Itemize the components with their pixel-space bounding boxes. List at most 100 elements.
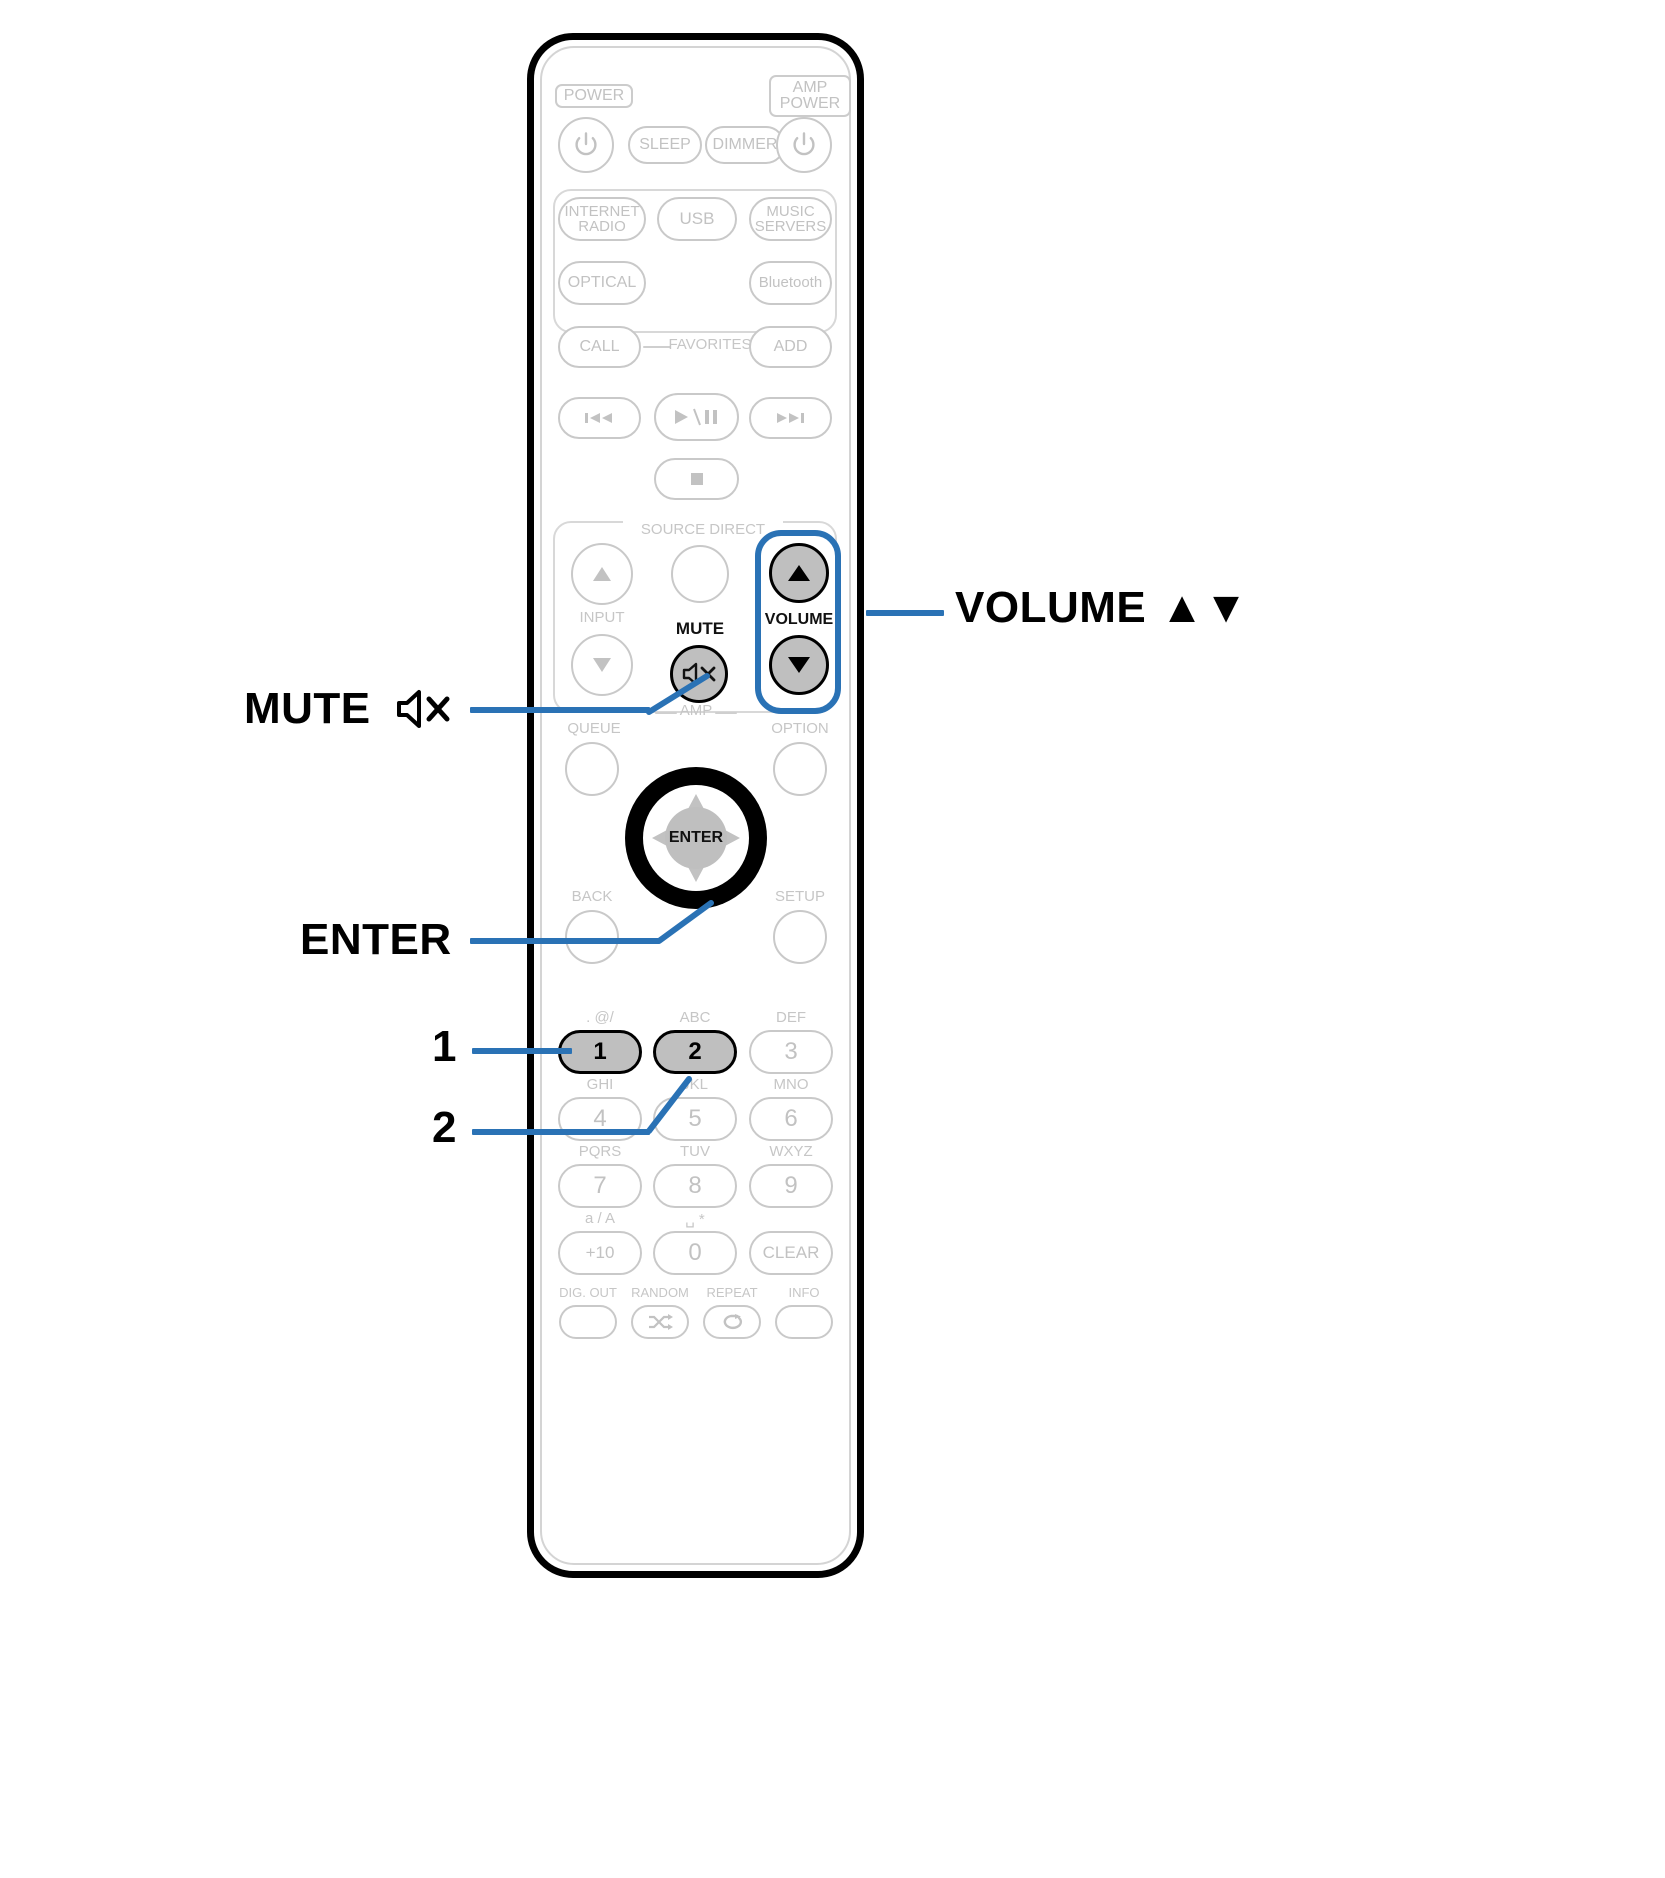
queue-caption: QUEUE bbox=[567, 720, 621, 737]
enter-callout-lead-diagonal bbox=[656, 900, 714, 944]
enter-label: ENTER bbox=[668, 829, 724, 846]
volume-callout-lead bbox=[866, 610, 944, 616]
music-servers-line1: MUSIC bbox=[766, 202, 815, 220]
amp-power-button[interactable] bbox=[776, 117, 832, 173]
key-2[interactable]: 2 bbox=[653, 1030, 737, 1074]
mute-caption: MUTE bbox=[675, 619, 725, 638]
key-6-digit: 6 bbox=[784, 1104, 798, 1132]
back-caption: BACK bbox=[571, 888, 613, 905]
previous-button[interactable] bbox=[558, 397, 641, 439]
key-6-letters: MNO bbox=[773, 1076, 809, 1093]
key-0-letters: ␣ * bbox=[685, 1211, 705, 1228]
bluetooth-button[interactable]: Bluetooth bbox=[749, 261, 832, 305]
key-3[interactable]: 3 bbox=[749, 1030, 833, 1074]
favorites-caption: FAVORITES bbox=[668, 336, 752, 353]
play-pause-icon bbox=[674, 408, 717, 426]
key-7-letters: PQRS bbox=[578, 1143, 622, 1160]
dimmer-button[interactable]: DIMMER bbox=[705, 126, 785, 164]
internet-radio-button[interactable]: INTERNET RADIO bbox=[558, 197, 646, 241]
key2-callout-lead-horizontal bbox=[472, 1129, 650, 1135]
amp-power-caption: AMP POWER bbox=[769, 75, 851, 117]
key-plus10[interactable]: +10 bbox=[558, 1231, 642, 1275]
remote-control: POWER AMP POWER SLEEP DIMMER INTERNET RA… bbox=[527, 33, 864, 1578]
sleep-button[interactable]: SLEEP bbox=[628, 126, 702, 164]
skip-forward-icon bbox=[776, 413, 804, 423]
power-button[interactable] bbox=[558, 117, 614, 173]
function-row: DIG. OUT RANDOM REPEAT INFO bbox=[549, 1285, 841, 1347]
optical-button[interactable]: OPTICAL bbox=[558, 261, 646, 305]
key2-callout-label: 2 bbox=[432, 1103, 457, 1152]
volume-callout-arrows: ▲▼ bbox=[1160, 583, 1249, 632]
input-up-button[interactable] bbox=[571, 543, 633, 605]
internet-radio-line2: RADIO bbox=[578, 218, 626, 235]
mute-callout-label: MUTE bbox=[244, 684, 451, 734]
key-8-digit: 8 bbox=[688, 1171, 702, 1199]
play-pause-button[interactable] bbox=[654, 393, 739, 441]
mute-icon bbox=[397, 690, 450, 728]
key-plus10-digit: +10 bbox=[585, 1243, 615, 1263]
stop-button[interactable] bbox=[654, 458, 739, 500]
key-6[interactable]: 6 bbox=[749, 1097, 833, 1141]
source-direct-caption: SOURCE DIRECT bbox=[623, 521, 783, 538]
volume-down-button[interactable] bbox=[769, 635, 829, 695]
key-4-letters: GHI bbox=[586, 1076, 614, 1093]
random-button[interactable] bbox=[631, 1305, 689, 1339]
info-button[interactable] bbox=[775, 1305, 833, 1339]
power-group-caption: POWER bbox=[555, 84, 633, 108]
source-direct-button[interactable] bbox=[671, 545, 729, 603]
setup-button[interactable] bbox=[773, 910, 827, 964]
power-icon bbox=[575, 132, 597, 156]
power-icon bbox=[793, 132, 815, 156]
key-9[interactable]: 9 bbox=[749, 1164, 833, 1208]
key-clear-digit: CLEAR bbox=[762, 1243, 820, 1263]
key-8-letters: TUV bbox=[680, 1143, 710, 1160]
key-3-letters: DEF bbox=[776, 1009, 806, 1026]
favorites-call-button[interactable]: CALL bbox=[558, 326, 641, 368]
key-clear[interactable]: CLEAR bbox=[749, 1231, 833, 1275]
volume-callout-label: VOLUME ▲▼ bbox=[955, 583, 1248, 633]
volume-caption: VOLUME bbox=[764, 611, 834, 628]
music-servers-line2: SERVERS bbox=[754, 218, 827, 235]
dig-out-button[interactable] bbox=[559, 1305, 617, 1339]
key-1-digit: 1 bbox=[593, 1037, 607, 1065]
triangle-up-icon bbox=[593, 567, 611, 581]
triangle-down-icon bbox=[593, 658, 611, 672]
key1-callout-label: 1 bbox=[432, 1022, 457, 1071]
mute-callout-lead-horizontal bbox=[470, 707, 650, 713]
music-servers-button[interactable]: MUSIC SERVERS bbox=[749, 197, 832, 241]
key-7[interactable]: 7 bbox=[558, 1164, 642, 1208]
key-1-letters: . @/ bbox=[586, 1009, 614, 1026]
key-4-digit: 4 bbox=[593, 1104, 607, 1132]
numeric-keypad: . @/1 ABC 2 DEF 3 GHI 4 JKL 5 MNO 6 PQRS 7 TUV 8 WXYZ 9 a… bbox=[553, 1008, 837, 1275]
back-button[interactable] bbox=[565, 910, 619, 964]
key1-callout-lead bbox=[472, 1048, 572, 1054]
internet-radio-line1: INTERNET bbox=[564, 202, 640, 220]
input-caption: INPUT bbox=[579, 609, 625, 626]
next-button[interactable] bbox=[749, 397, 832, 439]
repeat-icon bbox=[723, 1314, 742, 1330]
random-caption: RANDOM bbox=[631, 1285, 689, 1300]
usb-button[interactable]: USB bbox=[657, 197, 737, 241]
enter-callout-label: ENTER bbox=[300, 915, 452, 964]
mute-callout-lead-diagonal bbox=[646, 673, 710, 715]
queue-button[interactable] bbox=[565, 742, 619, 796]
input-down-button[interactable] bbox=[571, 634, 633, 696]
key-0[interactable]: 0 bbox=[653, 1231, 737, 1275]
key-0-digit: 0 bbox=[688, 1238, 702, 1266]
favorites-add-button[interactable]: ADD bbox=[749, 326, 832, 368]
volume-up-button[interactable] bbox=[769, 543, 829, 603]
dig-out-caption: DIG. OUT bbox=[559, 1285, 617, 1300]
setup-caption: SETUP bbox=[774, 888, 825, 905]
option-button[interactable] bbox=[773, 742, 827, 796]
repeat-button[interactable] bbox=[703, 1305, 761, 1339]
option-caption: OPTION bbox=[771, 720, 829, 737]
key-7-digit: 7 bbox=[593, 1171, 607, 1199]
amp-bracket-right bbox=[715, 712, 737, 714]
key-9-digit: 9 bbox=[784, 1171, 798, 1199]
key-3-digit: 3 bbox=[784, 1037, 798, 1065]
key-2-digit: 2 bbox=[688, 1037, 702, 1065]
key-8[interactable]: 8 bbox=[653, 1164, 737, 1208]
triangle-up-icon bbox=[788, 565, 810, 581]
shuffle-icon bbox=[649, 1314, 673, 1330]
enter-button[interactable]: ENTER bbox=[665, 807, 727, 869]
